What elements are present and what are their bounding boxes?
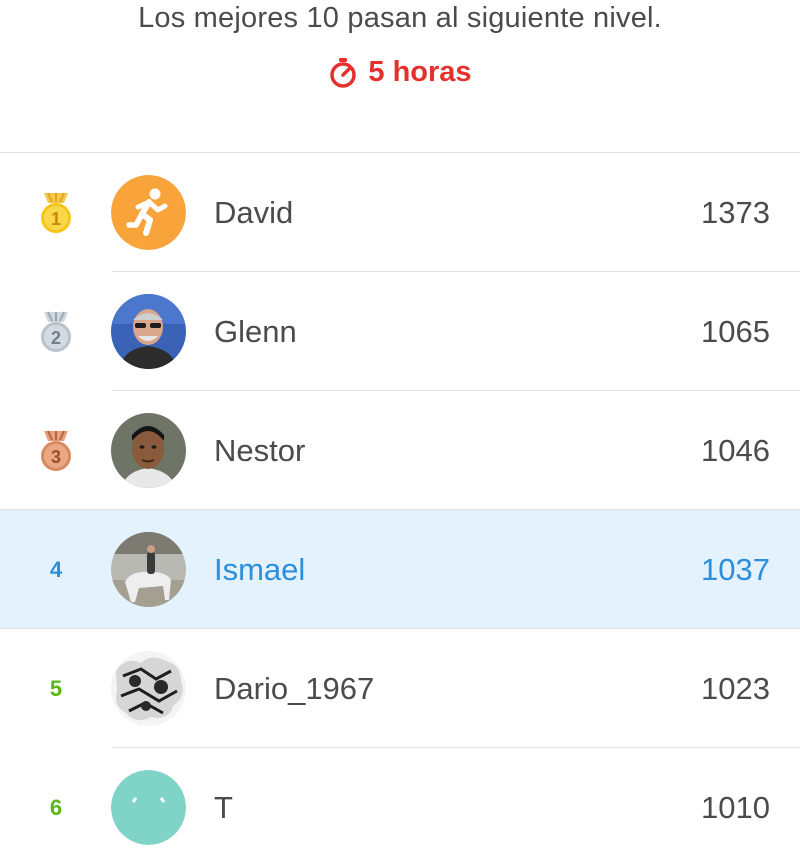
- avatar[interactable]: [111, 294, 186, 369]
- avatar[interactable]: [111, 651, 186, 726]
- user-name: T: [214, 790, 233, 825]
- avatar[interactable]: [111, 175, 186, 250]
- user-photo: [111, 294, 186, 369]
- rank-number: 5: [49, 675, 63, 701]
- rank-indicator: 1: [26, 153, 86, 272]
- svg-text:1: 1: [51, 209, 61, 229]
- time-remaining: 5 horas: [0, 56, 800, 89]
- rank-indicator: 3: [26, 391, 86, 510]
- user-score: 1023: [701, 671, 770, 706]
- user-name: Glenn: [214, 314, 297, 349]
- user-name: David: [214, 195, 294, 230]
- leaderboard-row[interactable]: 2 Glenn 1065: [0, 272, 800, 391]
- leaderboard-row[interactable]: 1 David 1373: [0, 153, 800, 272]
- svg-text:3: 3: [51, 447, 61, 467]
- rank-number: 4: [49, 556, 63, 582]
- leaderboard-list: 1 David 1373 2 Glenn 1065 3 Nestor 1046 …: [0, 152, 800, 867]
- svg-text:2: 2: [51, 328, 61, 348]
- running-person-icon: [111, 175, 186, 250]
- rank-indicator: 2: [26, 272, 86, 391]
- leaderboard-row-current-user[interactable]: 4 Ismael 1037: [0, 510, 800, 629]
- time-remaining-label: 5 horas: [368, 56, 472, 88]
- user-photo: [111, 413, 186, 488]
- user-score: 1010: [701, 790, 770, 825]
- user-name: Dario_1967: [214, 671, 375, 706]
- leaderboard-row[interactable]: 3 Nestor 1046: [0, 391, 800, 510]
- bronze-medal-icon: 3: [41, 430, 71, 471]
- leaderboard-header: Los mejores 10 pasan al siguiente nivel.…: [0, 0, 800, 152]
- avatar[interactable]: [111, 532, 186, 607]
- leaderboard-row[interactable]: 5 Dario_1967 1023: [0, 629, 800, 748]
- stopwatch-icon: [330, 57, 357, 88]
- user-photo: [111, 651, 186, 726]
- user-name: Nestor: [214, 433, 306, 468]
- gold-medal-icon: 1: [41, 192, 71, 233]
- promotion-info-text: Los mejores 10 pasan al siguiente nivel.: [138, 2, 662, 34]
- avatar[interactable]: [111, 770, 186, 845]
- leaderboard-row[interactable]: 6 T 1010: [0, 748, 800, 867]
- user-score: 1373: [701, 195, 770, 230]
- avatar[interactable]: [111, 413, 186, 488]
- user-name: Ismael: [214, 552, 306, 587]
- user-photo: [111, 532, 186, 607]
- user-score: 1037: [701, 552, 770, 587]
- teal-avatar: [111, 770, 186, 845]
- user-score: 1065: [701, 314, 770, 349]
- user-score: 1046: [701, 433, 770, 468]
- silver-medal-icon: 2: [41, 311, 71, 352]
- rank-number: 6: [49, 794, 63, 820]
